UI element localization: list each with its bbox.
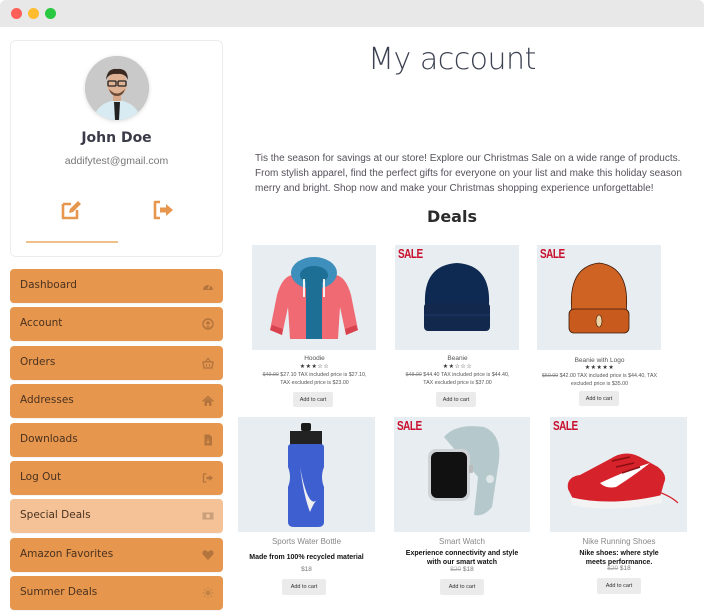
- menu-item-orders[interactable]: Orders: [10, 345, 223, 380]
- product-current-price: $18: [462, 566, 474, 573]
- menu-item-amazon-favorites[interactable]: Amazon Favorites: [10, 537, 223, 572]
- minimize-window-button[interactable]: [28, 8, 39, 19]
- avatar: [85, 56, 149, 120]
- add-to-cart-button[interactable]: Add to cart: [282, 579, 326, 595]
- product-price: $20 $18: [394, 566, 530, 573]
- product-image[interactable]: SALE: [394, 417, 530, 532]
- smart-watch-image-icon: [428, 426, 500, 516]
- hoodie-image-icon: [270, 257, 358, 339]
- home-icon: [202, 395, 214, 407]
- promo-intro-text: Tis the season for savings at our store!…: [255, 153, 682, 194]
- file-download-icon: [204, 434, 212, 446]
- product-image[interactable]: SALE: [550, 417, 687, 532]
- product-price: $50.00 $42.00 TAX included price is $44.…: [537, 372, 662, 388]
- deals-heading: Deals: [427, 207, 477, 226]
- product-description: Experience connectivity and style with o…: [405, 550, 519, 566]
- add-to-cart-button[interactable]: Add to cart: [440, 579, 484, 595]
- add-to-cart-button[interactable]: Add to cart: [597, 578, 641, 594]
- product-price: $20 $18: [550, 565, 688, 572]
- sale-badge: SALE: [553, 420, 578, 434]
- sun-icon: [202, 587, 214, 599]
- close-window-button[interactable]: [11, 8, 22, 19]
- product-rating: ★★☆☆☆: [442, 364, 473, 370]
- menu-item-label: Log Out: [20, 470, 62, 483]
- maximize-window-button[interactable]: [45, 8, 56, 19]
- profile-name: John Doe: [81, 130, 152, 146]
- menu-item-label: Dashboard: [20, 279, 77, 291]
- product-card-beanie-with-logo: SALE Beanie with Logo ★★★★★ $50.00 $42.0…: [537, 245, 662, 415]
- menu-item-downloads[interactable]: Downloads: [10, 422, 223, 457]
- product-old-price: $48.00: [405, 372, 422, 378]
- water-bottle-image-icon: [288, 423, 324, 527]
- product-old-price: $20: [607, 565, 619, 572]
- product-card-sports-water-bottle: Sports Water Bottle Made from 100% recyc…: [238, 417, 375, 607]
- add-to-cart-button[interactable]: Add to cart: [579, 391, 619, 406]
- user-circle-icon: [202, 318, 214, 331]
- menu-item-summer-deals[interactable]: Summer Deals: [10, 576, 223, 611]
- product-old-price: $49.00: [262, 372, 279, 378]
- product-image[interactable]: SALE: [395, 245, 519, 350]
- add-to-cart-button[interactable]: Add to cart: [436, 392, 476, 407]
- account-menu: Dashboard Account Orders Addresses Downl…: [10, 269, 223, 615]
- product-image[interactable]: [238, 417, 375, 532]
- product-old-price: $20: [450, 566, 462, 573]
- heart-icon: [202, 549, 214, 560]
- sign-out-icon: [202, 473, 213, 483]
- product-name[interactable]: Beanie: [395, 355, 520, 362]
- product-rating: ★★★☆☆: [299, 364, 330, 370]
- profile-card: John Doe addifytest@gmail.com: [10, 40, 223, 257]
- product-current-price: $18: [301, 566, 312, 573]
- product-image[interactable]: SALE: [537, 245, 661, 350]
- menu-item-label: Account: [20, 317, 63, 330]
- product-name[interactable]: Nike Running Shoes: [550, 537, 688, 546]
- window-titlebar: [0, 0, 704, 27]
- logout-profile-button[interactable]: [151, 198, 175, 222]
- tachometer-icon: [203, 283, 213, 290]
- product-price: $48.00 $44.40 TAX included price is $44.…: [395, 371, 520, 387]
- shopping-basket-icon: [202, 357, 214, 369]
- menu-item-label: Summer Deals: [20, 586, 98, 599]
- avatar-photo-icon: [85, 56, 149, 120]
- sale-badge: SALE: [397, 420, 422, 434]
- product-card-smart-watch: SALE Smart Watch Experience connectivity…: [394, 417, 530, 607]
- menu-item-label: Downloads: [20, 432, 78, 445]
- product-image[interactable]: [252, 245, 376, 350]
- menu-item-label: Amazon Favorites: [20, 547, 114, 560]
- product-card-beanie: SALE Beanie ★★☆☆☆ $48.00 $44.40 TAX incl…: [395, 245, 520, 415]
- menu-item-dashboard[interactable]: Dashboard: [10, 269, 223, 303]
- add-to-cart-button[interactable]: Add to cart: [293, 392, 333, 407]
- product-price: $49.00 $27.10 TAX included price is $27.…: [252, 371, 377, 387]
- product-price-text: $44.40 TAX included price is $44.40, TAX…: [423, 372, 510, 386]
- menu-item-log-out[interactable]: Log Out: [10, 460, 223, 495]
- menu-item-label: Special Deals: [20, 509, 91, 522]
- product-current-price: $18: [619, 565, 631, 572]
- edit-icon: [61, 201, 81, 220]
- menu-item-special-deals[interactable]: Special Deals: [10, 499, 223, 534]
- running-shoe-image-icon: [567, 453, 679, 509]
- product-name[interactable]: Sports Water Bottle: [238, 537, 375, 546]
- edit-profile-button[interactable]: [59, 198, 83, 222]
- product-rating: ★★★★★: [584, 365, 615, 371]
- profile-email: addifytest@gmail.com: [64, 155, 169, 167]
- product-card-hoodie: Hoodie ★★★☆☆ $49.00 $27.10 TAX included …: [252, 245, 377, 415]
- product-name[interactable]: Smart Watch: [394, 537, 530, 546]
- product-card-nike-running-shoes: SALE Nike Running Shoes Nike shoes: wher…: [550, 417, 688, 607]
- product-description: Made from 100% recycled material: [249, 554, 364, 561]
- product-name[interactable]: Beanie with Logo: [537, 357, 662, 364]
- menu-item-account[interactable]: Account: [10, 307, 223, 342]
- product-price: $18: [238, 566, 375, 573]
- product-price-text: $27.10 TAX included price is $27.10, TAX…: [280, 372, 367, 386]
- menu-item-addresses[interactable]: Addresses: [10, 384, 223, 419]
- sale-badge: SALE: [398, 248, 423, 262]
- product-price-text: $42.00 TAX included price is $44.40, TAX…: [559, 373, 658, 387]
- product-old-price: $50.00: [541, 373, 559, 379]
- money-bill-icon: [202, 512, 214, 520]
- active-tab-underline: [26, 241, 118, 243]
- page-title: My account: [368, 42, 536, 77]
- menu-item-label: Orders: [20, 355, 56, 368]
- sign-out-icon: [153, 200, 173, 220]
- sale-badge: SALE: [540, 248, 565, 262]
- product-name[interactable]: Hoodie: [252, 355, 377, 362]
- menu-item-label: Addresses: [20, 394, 74, 407]
